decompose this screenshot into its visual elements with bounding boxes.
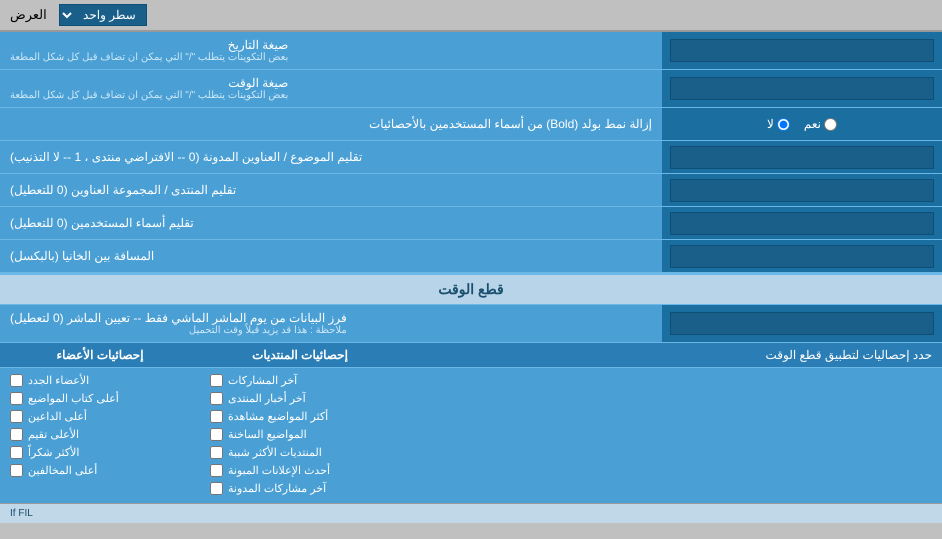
forum-limit-row: 33 تقليم المنتدى / المجموعة العناوين (0 … [0,174,942,207]
check-item-m4: الأعلى تقيم [10,428,190,441]
check-item-4: المواضيع الساخنة [210,428,390,441]
bold-radio-no[interactable] [777,118,790,131]
time-format-input-wrap: H:i [662,70,942,107]
filter-label: فرز البيانات من يوم الماشر الماشي فقط --… [0,305,662,342]
check-item-7: آخر مشاركات المدونة [210,482,390,495]
bold-radio-yes-label[interactable]: نعم [804,117,837,131]
checkboxes-grid: آخر المشاركات آخر أخبار المنتدى أكثر الم… [0,368,942,503]
space-limit-input-wrap: 2 [662,240,942,272]
time-format-label: صيغة الوقت بعض التكوينات يتطلب "/" التي … [0,70,662,107]
filter-row: 0 فرز البيانات من يوم الماشر الماشي فقط … [0,305,942,343]
stats-members-header: إحصائيات الأعضاء [0,343,200,367]
check-item-1: آخر المشاركات [210,374,390,387]
check-item-m2: أعلى كتاب المواضيع [10,392,190,405]
filter-input[interactable]: 0 [670,312,934,335]
bold-radio-row: نعم لا إزالة نمط بولد (Bold) من أسماء ال… [0,108,942,141]
check-item-6: أحدث الإعلانات المبونة [210,464,390,477]
checkbox-7[interactable] [210,482,223,495]
user-limit-label: تقليم أسماء المستخدمين (0 للتعطيل) [0,207,662,239]
topic-limit-label: تقليم الموضوع / العناوين المدونة (0 -- ا… [0,141,662,173]
space-limit-label: المسافة بين الخانيا (بالبكسل) [0,240,662,272]
checkbox-m1[interactable] [10,374,23,387]
check-item-2: آخر أخبار المنتدى [210,392,390,405]
checkbox-1[interactable] [210,374,223,387]
bold-radio-yes[interactable] [824,118,837,131]
date-format-input[interactable]: d-m [670,39,934,62]
checkbox-6[interactable] [210,464,223,477]
filter-input-wrap: 0 [662,305,942,342]
checkbox-m5[interactable] [10,446,23,459]
bold-radio-no-label[interactable]: لا [767,117,790,131]
bottom-hint: If FIL [0,503,942,523]
topic-limit-row: 33 تقليم الموضوع / العناوين المدونة (0 -… [0,141,942,174]
checkbox-m3[interactable] [10,410,23,423]
forum-stats-col: آخر المشاركات آخر أخبار المنتدى أكثر الم… [200,374,400,495]
check-item-5: المنتديات الأكثر شببة [210,446,390,459]
display-select[interactable]: سطر واحد سطرين ثلاثة أسطر [59,4,147,26]
check-item-m1: الأعضاء الجدد [10,374,190,387]
limit-label: حدد إحصاليات لتطبيق قطع الوقت [400,343,942,367]
forum-limit-input-wrap: 33 [662,174,942,206]
check-item-m6: أعلى المخالفين [10,464,190,477]
time-format-input[interactable]: H:i [670,77,934,100]
time-format-row: H:i صيغة الوقت بعض التكوينات يتطلب "/" ا… [0,70,942,108]
forum-limit-label: تقليم المنتدى / المجموعة العناوين (0 للت… [0,174,662,206]
checkbox-2[interactable] [210,392,223,405]
bold-radio-label: إزالة نمط بولد (Bold) من أسماء المستخدمي… [0,111,662,137]
date-format-row: d-m صيغة التاريخ بعض التكوينات يتطلب "/"… [0,32,942,70]
space-limit-input[interactable]: 2 [670,245,934,268]
checkbox-3[interactable] [210,410,223,423]
forum-limit-input[interactable]: 33 [670,179,934,202]
topic-limit-input-wrap: 33 [662,141,942,173]
checkbox-5[interactable] [210,446,223,459]
check-item-m5: الأكثر شكراً [10,446,190,459]
date-format-label: صيغة التاريخ بعض التكوينات يتطلب "/" الت… [0,32,662,69]
checkbox-m2[interactable] [10,392,23,405]
user-limit-row: 0 تقليم أسماء المستخدمين (0 للتعطيل) [0,207,942,240]
checkboxes-header-row: حدد إحصاليات لتطبيق قطع الوقت إحصائيات ا… [0,343,942,368]
space-limit-row: 2 المسافة بين الخانيا (بالبكسل) [0,240,942,273]
check-item-3: أكثر المواضيع مشاهدة [210,410,390,423]
check-item-m3: أعلى الداعين [10,410,190,423]
topic-limit-input[interactable]: 33 [670,146,934,169]
user-limit-input-wrap: 0 [662,207,942,239]
display-label: العرض [10,7,47,23]
cut-section-header: قطع الوقت [0,273,942,305]
member-stats-col: الأعضاء الجدد أعلى كتاب المواضيع أعلى ال… [0,374,200,495]
user-limit-input[interactable]: 0 [670,212,934,235]
date-format-input-wrap: d-m [662,32,942,69]
checkbox-4[interactable] [210,428,223,441]
top-bar: سطر واحد سطرين ثلاثة أسطر العرض [0,0,942,32]
checkbox-m6[interactable] [10,464,23,477]
checkbox-m4[interactable] [10,428,23,441]
bold-radio-inputs: نعم لا [662,108,942,140]
stats-forums-header: إحصائيات المنتديات [200,343,400,367]
